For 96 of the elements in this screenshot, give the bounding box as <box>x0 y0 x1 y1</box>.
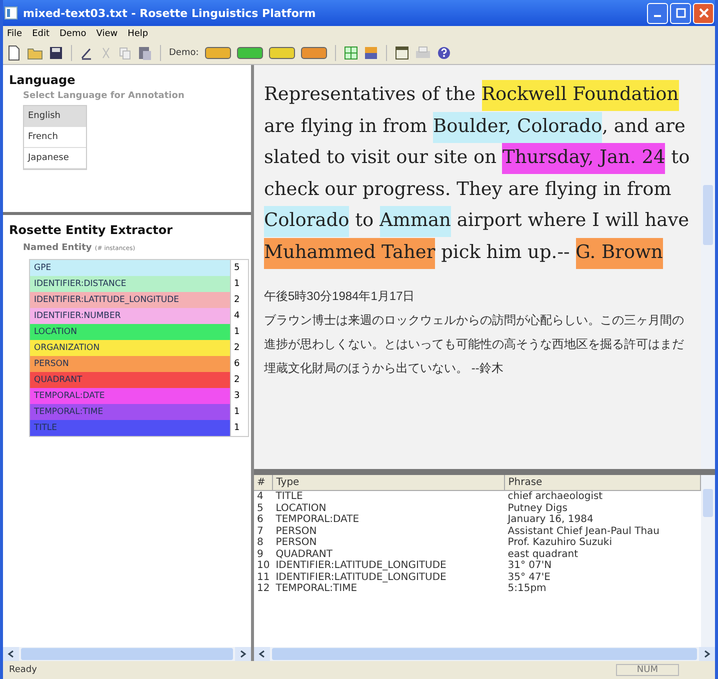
pen-icon[interactable] <box>80 46 94 60</box>
menu-item[interactable]: Demo <box>60 29 86 39</box>
demo-button[interactable] <box>236 47 263 59</box>
entity-count-cell: 4 <box>230 308 248 324</box>
table-cell-text: 7 <box>256 526 264 537</box>
table-cell-text: 6 <box>256 514 264 526</box>
entity-type-cell[interactable]: IDENTIFIER:NUMBER <box>30 308 230 324</box>
demo-button[interactable] <box>204 47 231 59</box>
entity-count-cell: 5 <box>230 260 248 276</box>
table-cell-text: 10 <box>256 560 271 572</box>
table-cell-text: LOCATION <box>274 502 328 514</box>
language-option[interactable]: English <box>24 106 86 127</box>
menu-item[interactable]: Help <box>128 29 148 39</box>
window-icon[interactable] <box>394 46 409 60</box>
grid-icon[interactable] <box>344 46 358 60</box>
maximize-button[interactable] <box>670 2 691 24</box>
entity-type-cell[interactable]: QUADRANT <box>30 372 230 388</box>
window-title: mixed-text03.txt - Rosette Linguistics Platform <box>23 6 317 20</box>
column-header[interactable]: # <box>254 475 273 490</box>
status-message: Ready <box>9 665 37 675</box>
demo-button[interactable] <box>268 47 295 59</box>
column-header[interactable]: Type <box>272 475 505 490</box>
table-cell-text: 5:15pm <box>506 583 548 594</box>
open-folder-icon[interactable] <box>27 46 43 60</box>
entity-type-cell[interactable]: TEMPORAL:DATE <box>30 388 230 404</box>
table-cell-text: 35° 47'E <box>506 572 552 583</box>
demo-button[interactable] <box>300 47 327 59</box>
vertical-scrollbar[interactable] <box>701 475 715 647</box>
language-option[interactable]: French <box>24 127 86 148</box>
panel-subtitle: Select Language for Annotation <box>23 91 186 101</box>
new-file-icon[interactable] <box>7 45 21 61</box>
menu-item[interactable]: File <box>7 29 22 39</box>
menu-item[interactable]: Edit <box>32 29 50 39</box>
table-cell-text: QUADRANT <box>274 548 334 560</box>
table-cell-text: TEMPORAL:DATE <box>274 514 360 526</box>
column-header[interactable]: Phrase <box>504 475 700 490</box>
table-cell-text: 5 <box>256 502 264 514</box>
entity-type-cell[interactable]: LOCATION <box>30 324 230 340</box>
table-cell-text: east quadrant <box>506 548 579 560</box>
minimize-button[interactable] <box>647 2 668 24</box>
paste-icon[interactable] <box>138 45 152 61</box>
maximize-icon <box>676 8 686 18</box>
entity-type-cell[interactable]: PERSON <box>30 356 230 372</box>
entity-type-cell[interactable]: GPE <box>30 260 230 276</box>
help-icon[interactable] <box>436 46 451 60</box>
entity-count-cell: 1 <box>230 420 248 436</box>
table-cell-text: Putney Digs <box>506 502 568 514</box>
close-button[interactable] <box>693 2 714 24</box>
scroll-left-icon[interactable] <box>254 647 270 661</box>
table-cell-text: 11 <box>256 572 271 583</box>
vertical-scrollbar[interactable] <box>701 65 715 469</box>
table-cell: 4 <box>254 490 273 502</box>
num-lock-indicator: NUM <box>616 664 679 676</box>
japanese-paragraph: ブラウン博士は来週のロックウェルからの訪問が心配らしい。この三ヶ月間の進捗が思わしくない。とはいっても可能性の高そうな西地区を掘る許可はまだ埋蔵文化財局のほうから出ていない。 --鈴木 <box>264 312 685 377</box>
entity-count-cell: 2 <box>230 292 248 308</box>
entity-type-cell[interactable]: IDENTIFIER:DISTANCE <box>30 276 230 292</box>
entity-count-cell: 3 <box>230 388 248 404</box>
table-cell-text: 8 <box>256 537 264 548</box>
language-option[interactable]: Japanese <box>24 148 86 169</box>
document-icon <box>4 6 18 20</box>
scroll-right-icon[interactable] <box>235 647 251 661</box>
table-cell-text: Assistant Chief Jean-Paul Thau <box>506 526 661 537</box>
entity-count-cell: 1 <box>230 324 248 340</box>
panel-subtitle: Named Entity <box>23 243 92 253</box>
entity-count-cell: 2 <box>230 372 248 388</box>
entity-count-cell: 1 <box>230 404 248 420</box>
panel-title: Language <box>9 73 76 87</box>
entity-type-cell[interactable]: ORGANIZATION <box>30 340 230 356</box>
horizontal-scrollbar[interactable] <box>254 647 715 661</box>
entity-count-cell: 2 <box>230 340 248 356</box>
table-cell-text: 12 <box>256 583 271 594</box>
table-cell-text: PERSON <box>274 537 318 548</box>
menu-item[interactable]: View <box>96 29 118 39</box>
japanese-paragraph: 午後5時30分1984年1月17日 <box>264 288 416 305</box>
color-block-icon[interactable] <box>364 46 378 60</box>
table-cell-text: Prof. Kazuhiro Suzuki <box>506 537 613 548</box>
entity-type-cell[interactable]: IDENTIFIER:LATITUDE_LONGITUDE <box>30 292 230 308</box>
close-icon <box>698 8 708 18</box>
save-icon[interactable] <box>49 46 63 60</box>
table-cell: TITLE <box>272 490 505 502</box>
horizontal-scrollbar[interactable] <box>3 647 251 661</box>
scroll-right-icon[interactable] <box>699 647 715 661</box>
table-cell-text: IDENTIFIER:LATITUDE_LONGITUDE <box>274 572 448 583</box>
scroll-left-icon[interactable] <box>3 647 19 661</box>
table-cell-text: PERSON <box>274 526 318 537</box>
entity-count-cell: 6 <box>230 356 248 372</box>
minimize-icon <box>654 15 661 17</box>
table-cell-text: IDENTIFIER:LATITUDE_LONGITUDE <box>274 560 448 572</box>
table-cell-text: 9 <box>256 548 264 560</box>
demo-label: Demo: <box>169 48 199 58</box>
panel-title: Rosette Entity Extractor <box>9 223 174 237</box>
table-cell-text: January 16, 1984 <box>506 514 594 526</box>
entity-count-cell: 1 <box>230 276 248 292</box>
table-cell-text: TEMPORAL:TIME <box>274 583 358 594</box>
table-cell: chief archaeologist <box>504 490 700 502</box>
table-cell-text: 31° 07'N <box>506 560 553 572</box>
